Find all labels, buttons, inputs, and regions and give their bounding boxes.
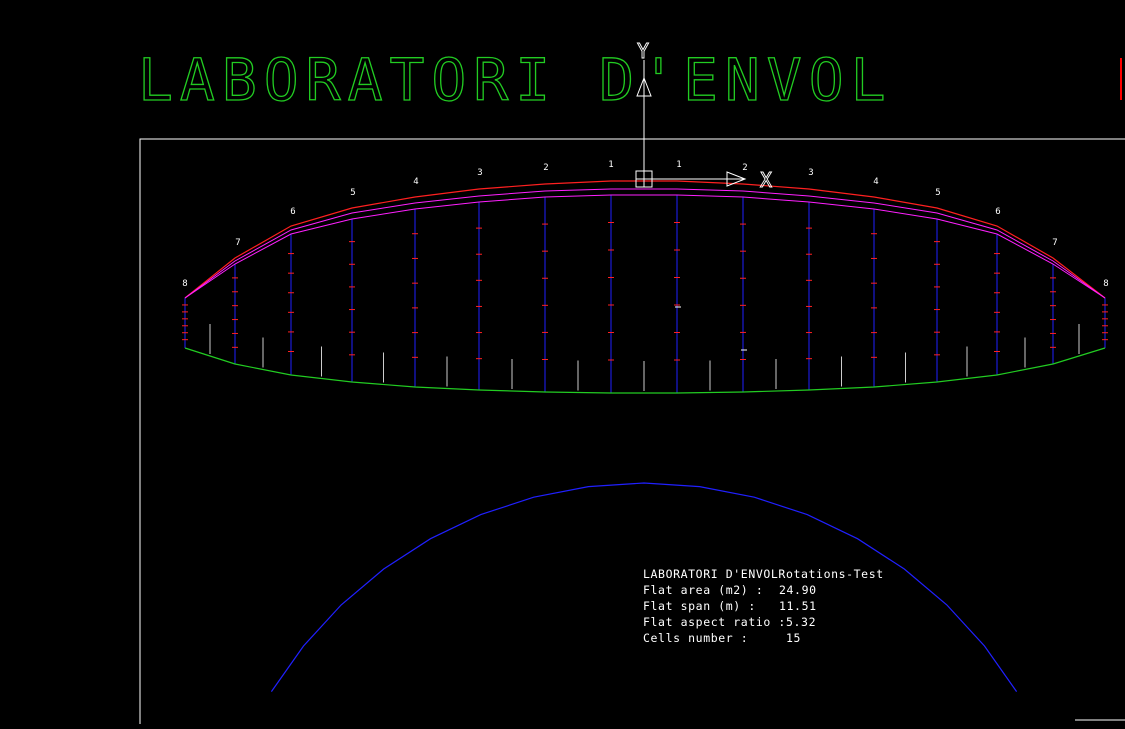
x-axis-label: X bbox=[760, 168, 772, 192]
cad-drawing-canvas[interactable]: LABORATORI D'ENVOL 8765432112345678 Y X … bbox=[0, 0, 1125, 724]
flat-area-value: 24.90 bbox=[779, 583, 817, 597]
leading-edge-curve bbox=[184, 180, 1106, 299]
rib-tick-marks bbox=[182, 222, 1108, 361]
flat-aspect-ratio-label: Flat aspect ratio : bbox=[643, 615, 786, 629]
cell-number-label: 7 bbox=[235, 238, 240, 248]
cell-number-label: 3 bbox=[477, 168, 482, 178]
info-header: LABORATORI D'ENVOLRotations-Test bbox=[643, 567, 884, 581]
drawing-svg: LABORATORI D'ENVOL 876543 2 1 1 2 345678 Y X … bbox=[137, 39, 1125, 724]
y-axis-label: Y bbox=[637, 39, 649, 63]
cell-number-label: 6 bbox=[290, 207, 295, 217]
cell-number-label: 2 bbox=[742, 163, 747, 173]
profile-curve-upper bbox=[184, 188, 1106, 299]
cells-number-value: 15 bbox=[786, 631, 801, 645]
cell-number-label: 3 bbox=[808, 168, 813, 178]
drawing-frame bbox=[139, 138, 1125, 724]
cell-number-label: 4 bbox=[873, 177, 878, 187]
cell-number-label: 8 bbox=[182, 279, 187, 289]
cell-number-label: 7 bbox=[1052, 238, 1057, 248]
info-block: LABORATORI D'ENVOLRotations-Test Flat ar… bbox=[643, 567, 884, 645]
cell-number-label: 2 bbox=[543, 163, 548, 173]
flat-span-value: 11.51 bbox=[779, 599, 817, 613]
cell-number-label: 4 bbox=[413, 177, 418, 187]
cell-number-label: 8 bbox=[1103, 279, 1108, 289]
flat-area-label: Flat area (m2) : bbox=[643, 583, 763, 597]
cell-number-label: 5 bbox=[935, 188, 940, 198]
flat-aspect-ratio-value: 5.32 bbox=[786, 615, 816, 629]
profile-curve-lower bbox=[184, 194, 1106, 299]
cells-number-label: Cells number : bbox=[643, 631, 748, 645]
cell-number-label: 1 bbox=[608, 160, 613, 170]
flat-span-label: Flat span (m) : bbox=[643, 599, 756, 613]
cell-number-label: 5 bbox=[350, 188, 355, 198]
cell-number-label: 1 bbox=[676, 160, 681, 170]
drawing-title: LABORATORI D'ENVOL bbox=[138, 46, 893, 114]
cell-number-label: 6 bbox=[995, 207, 1000, 217]
